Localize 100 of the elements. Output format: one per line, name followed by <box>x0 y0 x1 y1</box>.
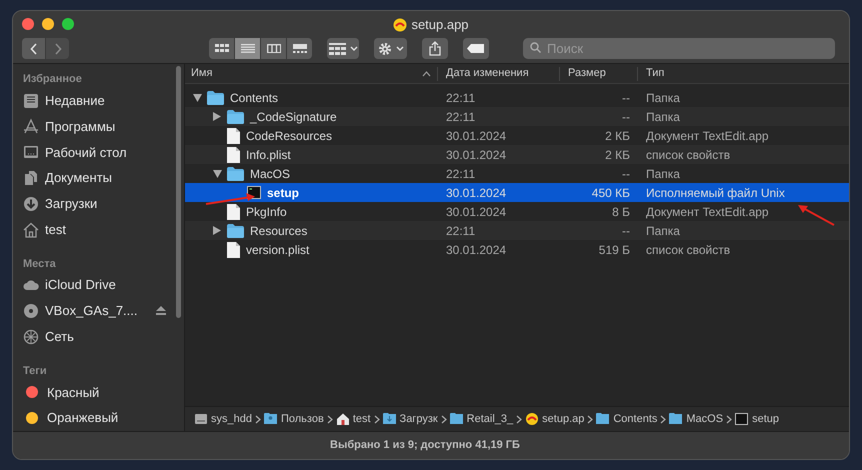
sidebar-item[interactable]: Красный <box>23 379 176 406</box>
tags-button[interactable] <box>462 38 489 60</box>
disclosure-triangle-icon[interactable] <box>192 94 202 102</box>
path-item[interactable]: setup <box>735 410 779 428</box>
columns-icon <box>266 44 280 54</box>
group-button[interactable] <box>327 38 360 60</box>
type-cell: Папка <box>646 90 680 104</box>
share-button[interactable] <box>422 38 448 60</box>
pencil-ruler-icon <box>23 118 39 134</box>
sidebar-item[interactable]: Оранжевый <box>23 405 176 431</box>
sidebar-item[interactable]: Загрузки <box>23 190 176 217</box>
section-heading: Теги <box>23 364 48 379</box>
disclosure-triangle-icon[interactable] <box>213 112 221 121</box>
drive-icon <box>194 412 208 426</box>
path-item[interactable]: MacOS <box>669 410 724 428</box>
eject-icon[interactable] <box>156 306 166 316</box>
grid-icon <box>328 42 346 55</box>
close-button[interactable] <box>22 18 34 30</box>
date-cell: 30.01.2024 <box>446 148 506 162</box>
view-button[interactable] <box>209 38 234 60</box>
chevron-icon <box>726 414 732 424</box>
chevron-icon <box>374 414 380 424</box>
minimize-button[interactable] <box>42 18 54 30</box>
section-heading: Избранное <box>23 72 83 88</box>
date-cell: 30.01.2024 <box>446 242 506 256</box>
type-cell: список свойств <box>646 242 730 256</box>
file-row[interactable]: setup 30.01.2024 450 КБ Исполняемый файл Unix <box>185 183 849 202</box>
sidebar-item[interactable]: Программы <box>23 114 176 140</box>
sidebar-item[interactable]: Недавние <box>23 88 176 114</box>
view-button[interactable] <box>235 38 260 60</box>
sidebar-item[interactable]: test <box>23 216 176 242</box>
file-name: MacOS <box>250 166 290 182</box>
type-cell: Документ TextEdit.app <box>646 204 769 218</box>
sidebar-item[interactable]: VBox_GAs_7.... <box>23 298 176 324</box>
chevron-left-icon <box>30 42 38 55</box>
type-cell: Папка <box>646 110 680 124</box>
house-icon <box>336 412 350 426</box>
type-cell: Документ TextEdit.app <box>646 128 769 142</box>
documents-icon <box>23 170 39 186</box>
disclosure-triangle-icon[interactable] <box>213 226 221 235</box>
size-cell-text: -- <box>622 90 630 106</box>
search-icon <box>530 42 541 53</box>
folder-icon <box>227 110 244 124</box>
folder-icon <box>264 412 278 426</box>
column-header[interactable]: Размер <box>568 65 606 82</box>
disclosure-triangle-icon[interactable] <box>212 170 222 178</box>
date-cell: 22:11 <box>446 224 476 238</box>
column-header[interactable]: Имя <box>191 65 212 82</box>
path-item[interactable]: Retail_3_ <box>450 410 514 428</box>
file-row[interactable]: Info.plist 30.01.2024 2 КБ список свойств <box>185 145 849 164</box>
scrollbar-thumb[interactable] <box>176 66 181 318</box>
file-name: version.plist <box>246 242 310 258</box>
file-name: setup <box>267 184 300 202</box>
file-name: Resources <box>250 222 308 240</box>
path-item[interactable]: sys_hdd <box>194 410 252 428</box>
folder-icon <box>227 224 244 238</box>
folder-icon <box>596 412 610 426</box>
sidebar-item[interactable]: Рабочий стол <box>23 139 176 166</box>
column-header[interactable]: Дата изменения <box>446 65 529 82</box>
folder-icon <box>669 412 684 426</box>
document-icon <box>227 204 240 220</box>
grid-icon <box>214 44 228 54</box>
download-icon <box>23 196 39 212</box>
path-item[interactable]: test <box>336 410 371 428</box>
view-button[interactable] <box>261 38 286 60</box>
date-cell: 22:11 <box>446 166 476 180</box>
house-icon <box>23 222 39 238</box>
app-icon <box>525 412 540 426</box>
file-row[interactable]: _CodeSignature 22:11 -- Папка <box>185 107 849 126</box>
sidebar-item[interactable]: Сеть <box>23 324 176 350</box>
path-item[interactable]: Пользов <box>264 410 324 428</box>
list-icon <box>240 44 254 54</box>
chevron-icon <box>660 414 666 424</box>
type-cell: Папка <box>646 166 680 180</box>
share-icon <box>428 41 441 56</box>
size-cell-text: -- <box>622 222 630 240</box>
chevron-icon <box>326 414 333 424</box>
file-name: _CodeSignature <box>250 108 337 126</box>
zoom-button[interactable] <box>62 18 74 30</box>
date-cell: 30.01.2024 <box>446 128 506 142</box>
size-cell-text: 450 КБ <box>592 184 630 202</box>
sidebar-item[interactable]: Документы <box>23 165 176 191</box>
path-item[interactable]: setup.ap <box>525 410 584 428</box>
file-name: CodeResources <box>246 128 332 144</box>
path-item[interactable]: Contents <box>596 410 658 428</box>
path-item[interactable]: Загрузк <box>382 410 438 428</box>
chevron-icon <box>587 414 594 424</box>
document-icon <box>227 128 240 144</box>
sidebar-item[interactable]: iCloud Drive <box>23 272 176 298</box>
file-row[interactable]: Resources 22:11 -- Папка <box>185 221 849 240</box>
size-cell-text: 2 КБ <box>605 128 630 144</box>
chevron-icon <box>440 414 447 424</box>
tag-icon <box>466 44 485 54</box>
back-button[interactable] <box>22 38 45 60</box>
column-header[interactable]: Тип <box>646 65 664 82</box>
date-cell: 22:11 <box>446 110 476 124</box>
action-button[interactable] <box>374 38 407 60</box>
document-icon <box>227 146 240 162</box>
view-button[interactable] <box>287 38 312 60</box>
annotation-arrow <box>796 203 836 227</box>
